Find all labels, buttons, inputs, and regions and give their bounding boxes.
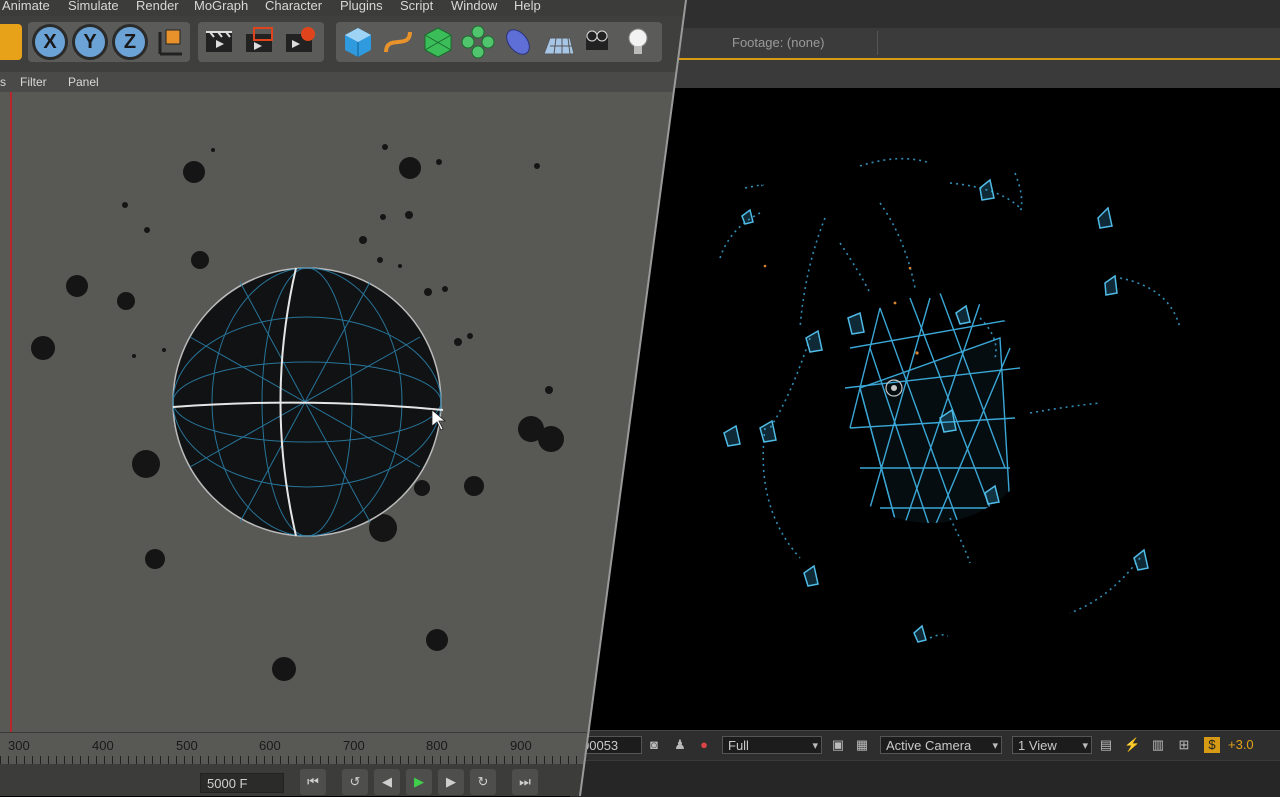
menu-window[interactable]: Window <box>451 0 497 13</box>
viewport-menu-bar <box>0 72 686 93</box>
x-axis-lock-button[interactable]: X <box>32 24 68 60</box>
flowchart-icon[interactable]: ⊞ <box>1176 737 1192 753</box>
camera-view-dropdown[interactable]: Active Camera <box>880 736 1002 755</box>
ruler-label: 600 <box>259 738 281 753</box>
orange-sparks <box>763 264 919 355</box>
cinema4d-panel: Animate Simulate Render MoGraph Characte… <box>0 0 686 796</box>
view-layout-value: 1 View <box>1018 738 1057 753</box>
view-menu-cameras[interactable]: s <box>0 72 6 92</box>
camera-view-value: Active Camera <box>886 738 972 753</box>
ruler-label: 800 <box>426 738 448 753</box>
render-view-icon[interactable] <box>202 24 238 60</box>
ruler-label: 500 <box>176 738 198 753</box>
color-channels-icon[interactable]: ● <box>696 737 712 753</box>
light-object-icon[interactable] <box>620 24 656 60</box>
view-menu-panel[interactable]: Panel <box>68 72 99 92</box>
transparency-grid-icon[interactable]: ▦ <box>854 737 870 753</box>
play-forward-icon[interactable]: ▶ <box>406 769 432 795</box>
coordinate-system-icon[interactable] <box>152 24 188 60</box>
y-axis-lock-button[interactable]: Y <box>72 24 108 60</box>
menu-simulate[interactable]: Simulate <box>68 0 119 13</box>
go-to-start-icon[interactable]: ⏮ <box>300 769 326 795</box>
menu-help[interactable]: Help <box>514 0 541 13</box>
model-mode-icon[interactable] <box>0 24 22 60</box>
go-to-end-icon[interactable]: ⏭ <box>512 769 538 795</box>
view-menu-filter[interactable]: Filter <box>20 72 47 92</box>
end-frame-field[interactable]: 5000 F <box>200 773 284 793</box>
step-back-icon[interactable]: ◀ <box>374 769 400 795</box>
timeline-icon[interactable]: ▥ <box>1150 737 1166 753</box>
exposure-value[interactable]: +3.0 <box>1228 737 1254 752</box>
region-of-interest-icon[interactable]: ▣ <box>830 737 846 753</box>
ruler-label: 700 <box>343 738 365 753</box>
ae-lower-panel <box>570 760 1280 797</box>
reset-exposure-icon[interactable]: $ <box>1204 737 1220 753</box>
resolution-value: Full <box>728 738 749 753</box>
footage-tab[interactable]: Footage: (none) <box>692 31 878 55</box>
resolution-dropdown[interactable]: Full <box>722 736 822 755</box>
menu-animate[interactable]: Animate <box>2 0 50 13</box>
toggle-pixel-aspect-icon[interactable]: ▤ <box>1098 737 1114 753</box>
show-snapshot-icon[interactable]: ♟ <box>672 737 688 753</box>
menu-character[interactable]: Character <box>265 0 322 13</box>
menu-script[interactable]: Script <box>400 0 433 13</box>
next-key-icon[interactable]: ↻ <box>470 769 496 795</box>
viewport-scene <box>31 144 564 681</box>
wireframe-sphere <box>172 267 447 537</box>
ruler-label: 300 <box>8 738 30 753</box>
camera-object-icon[interactable] <box>580 24 616 60</box>
deformer-icon[interactable] <box>500 24 536 60</box>
cube-object-icon[interactable] <box>340 24 376 60</box>
array-cloner-icon[interactable] <box>460 24 496 60</box>
menu-render[interactable]: Render <box>136 0 179 13</box>
fast-previews-icon[interactable]: ⚡ <box>1124 737 1140 753</box>
ruler-label: 900 <box>510 738 532 753</box>
ruler-ticks <box>0 756 686 764</box>
subdivision-surface-icon[interactable] <box>420 24 456 60</box>
step-forward-icon[interactable]: ▶ <box>438 769 464 795</box>
menu-plugins[interactable]: Plugins <box>340 0 383 13</box>
ruler-label: 400 <box>92 738 114 753</box>
camera-snapshot-icon[interactable]: ◙ <box>646 737 662 753</box>
render-settings-icon[interactable] <box>282 24 318 60</box>
render-region-icon[interactable] <box>242 24 278 60</box>
previous-key-icon[interactable]: ↺ <box>342 769 368 795</box>
z-axis-lock-button[interactable]: Z <box>112 24 148 60</box>
menu-mograph[interactable]: MoGraph <box>194 0 248 13</box>
view-layout-dropdown[interactable]: 1 View <box>1012 736 1092 755</box>
spline-pen-icon[interactable] <box>380 24 416 60</box>
floor-environment-icon[interactable] <box>540 24 576 60</box>
